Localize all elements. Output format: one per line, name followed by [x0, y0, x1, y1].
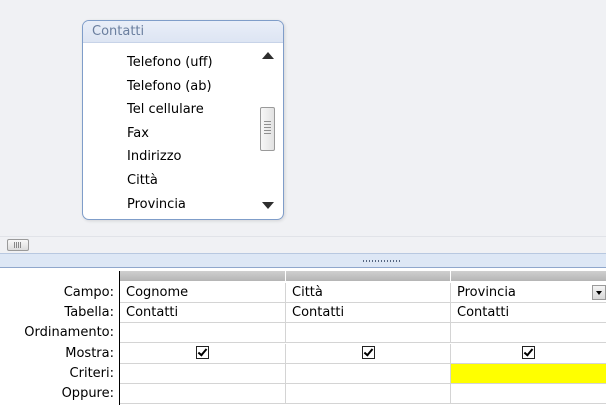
field-item[interactable]: Telefono (ab)	[83, 75, 255, 99]
field-cell[interactable]: Città	[286, 283, 451, 303]
row-label-oppure: Oppure:	[61, 386, 114, 401]
field-item[interactable]: Indirizzo	[83, 145, 255, 169]
field-item[interactable]: Telefono (uff)	[83, 51, 255, 75]
table-cell[interactable]: Contatti	[120, 303, 286, 323]
splitter-grip-icon	[363, 260, 401, 262]
field-item[interactable]: Città	[83, 169, 255, 193]
table-cell[interactable]: Contatti	[451, 303, 606, 323]
pane-splitter[interactable]	[0, 253, 606, 269]
design-horizontal-scrollbar[interactable]	[0, 236, 606, 253]
show-checkbox[interactable]	[361, 346, 375, 359]
show-cell[interactable]	[451, 344, 606, 364]
row-label-ordinamento: Ordinamento:	[24, 325, 114, 340]
grip-icon	[14, 242, 22, 248]
query-grid-pane: Campo: Tabella: Ordinamento: Mostra: Cri…	[0, 268, 606, 405]
column-selector[interactable]	[286, 271, 451, 281]
row-label-tabella: Tabella:	[64, 305, 114, 320]
sort-cell[interactable]	[120, 323, 286, 343]
field-item[interactable]: Tel cellulare	[83, 98, 255, 122]
field-item[interactable]: Fax	[83, 122, 255, 146]
show-cell[interactable]	[120, 344, 286, 364]
field-list-scrollbar[interactable]	[255, 44, 282, 218]
scroll-thumb[interactable]	[260, 107, 275, 151]
criteria-cell[interactable]	[286, 364, 451, 384]
grip-icon	[264, 121, 271, 135]
table-contatti[interactable]: Contatti Telefono (uff) Telefono (ab) Te…	[82, 20, 284, 220]
criteria-cell[interactable]	[120, 364, 286, 384]
criteria-cell-highlighted[interactable]	[451, 364, 606, 384]
field-cell[interactable]: Provincia	[451, 283, 606, 303]
or-cell[interactable]	[451, 384, 606, 404]
table-cell[interactable]: Contatti	[286, 303, 451, 323]
row-label-mostra: Mostra:	[65, 346, 114, 361]
or-cell[interactable]	[286, 384, 451, 404]
show-checkbox[interactable]	[196, 346, 209, 359]
row-label-criteri: Criteri:	[69, 366, 114, 381]
horizontal-scroll-thumb[interactable]	[7, 239, 29, 251]
query-grid: Cognome Contatti Città Contatti Provinci…	[119, 271, 606, 405]
column-selector[interactable]	[120, 271, 286, 281]
row-label-campo: Campo:	[63, 285, 114, 300]
column-selector[interactable]	[451, 271, 606, 281]
field-cell[interactable]: Cognome	[120, 283, 286, 303]
sort-cell[interactable]	[286, 323, 451, 343]
scroll-down-arrow-icon[interactable]	[262, 202, 274, 209]
sort-cell[interactable]	[451, 323, 606, 343]
show-cell[interactable]	[286, 344, 451, 364]
table-title[interactable]: Contatti	[83, 21, 283, 43]
show-checkbox[interactable]	[522, 346, 535, 359]
field-list: Telefono (uff) Telefono (ab) Tel cellula…	[83, 51, 255, 216]
chevron-down-icon[interactable]	[592, 285, 606, 300]
field-item[interactable]: Provincia	[83, 193, 255, 217]
query-design-pane: Contatti Telefono (uff) Telefono (ab) Te…	[0, 0, 606, 236]
scroll-up-arrow-icon[interactable]	[262, 52, 274, 59]
or-cell[interactable]	[120, 384, 286, 404]
field-value: Provincia	[457, 285, 516, 300]
